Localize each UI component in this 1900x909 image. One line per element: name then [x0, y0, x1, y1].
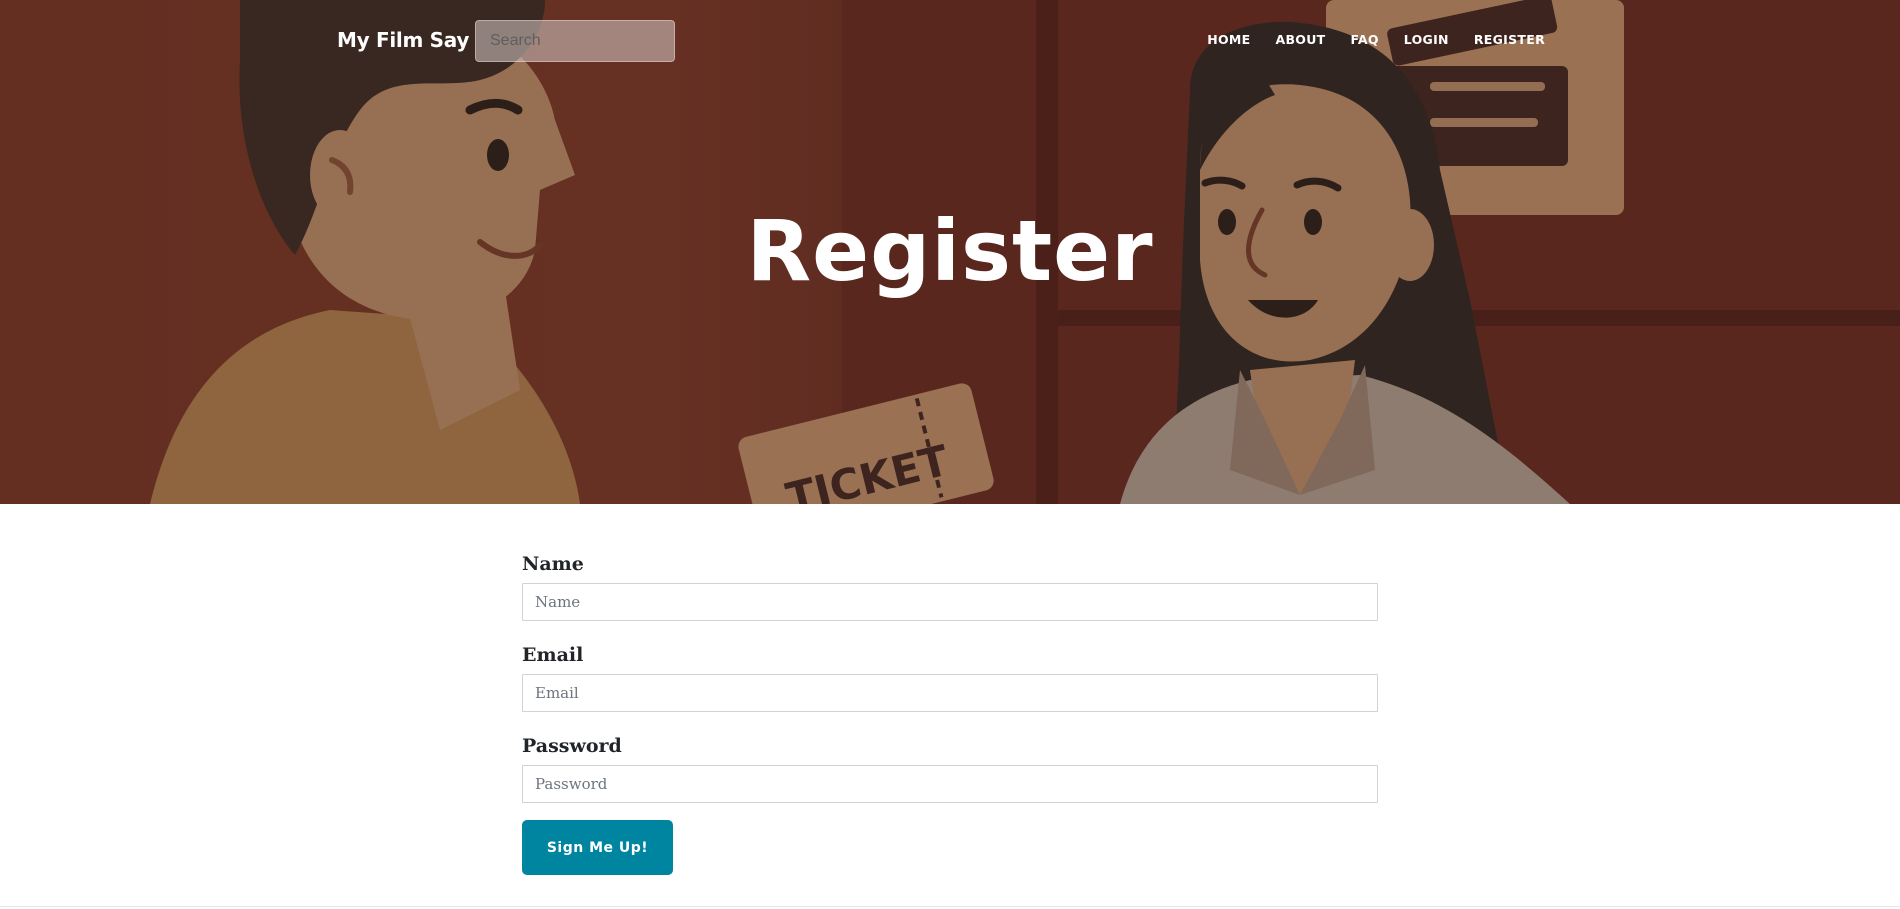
email-field-group: Email — [522, 641, 1378, 712]
brand-logo[interactable]: My Film Say — [337, 26, 469, 54]
nav-link-register[interactable]: REGISTER — [1474, 30, 1545, 50]
sign-up-button[interactable]: Sign Me Up! — [522, 820, 673, 875]
nav-link-about[interactable]: ABOUT — [1275, 30, 1325, 50]
password-input[interactable] — [522, 765, 1378, 803]
nav-link-home[interactable]: HOME — [1207, 30, 1250, 50]
nav-links: HOME ABOUT FAQ LOGIN REGISTER — [1207, 30, 1545, 50]
nav-link-faq[interactable]: FAQ — [1350, 30, 1378, 50]
nav-link-login[interactable]: LOGIN — [1404, 30, 1449, 50]
register-form: Name Email Password Sign Me Up! — [522, 550, 1378, 875]
name-field-group: Name — [522, 550, 1378, 621]
page-title: Register — [746, 202, 1154, 300]
name-label: Name — [522, 553, 584, 575]
divider — [0, 906, 1900, 907]
name-input[interactable] — [522, 583, 1378, 621]
email-label: Email — [522, 644, 584, 666]
hero-header: TICKET Register — [0, 0, 1900, 504]
password-field-group: Password — [522, 732, 1378, 803]
password-label: Password — [522, 735, 622, 757]
email-input[interactable] — [522, 674, 1378, 712]
search-input[interactable] — [475, 20, 675, 62]
